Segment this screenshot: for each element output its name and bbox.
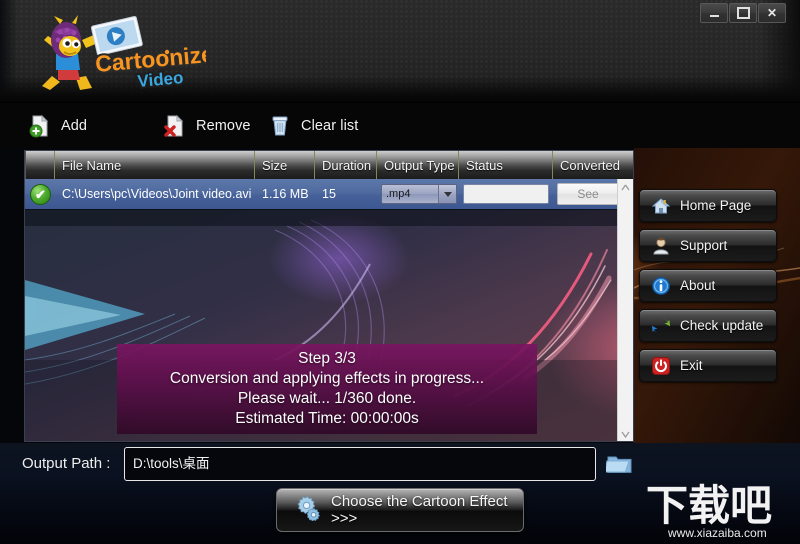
scroll-down-icon[interactable] <box>618 426 633 441</box>
home-page-button[interactable]: Home Page <box>639 189 777 222</box>
chevron-down-icon[interactable] <box>438 185 456 203</box>
column-header-status[interactable]: Status <box>459 151 553 179</box>
toolbar-add-button[interactable]: Add <box>28 111 87 141</box>
trash-icon <box>268 114 292 138</box>
output-path-input[interactable]: D:\tools\桌面 <box>124 447 596 481</box>
output-path-label: Output Path : <box>22 455 111 472</box>
cell-status <box>459 179 553 209</box>
output-type-value: .mp4 <box>386 188 411 200</box>
about-label: About <box>680 278 716 293</box>
overlay-line-eta: Estimated Time: 00:00:00s <box>235 410 419 427</box>
overlay-line-wait: Please wait... 1/360 done. <box>237 390 417 407</box>
file-list-panel: File Name Size Duration Output Type Stat… <box>24 150 634 442</box>
app-header: Cartoonize Cartoonize Video Video ✕ <box>0 0 800 103</box>
exit-button[interactable]: Exit <box>639 349 777 382</box>
folder-open-icon <box>603 456 634 480</box>
application-window: Cartoonize Cartoonize Video Video ✕ Add … <box>0 0 800 544</box>
toolbar-remove-label: Remove <box>196 118 251 134</box>
cell-size: 1.16 MB <box>262 187 309 201</box>
home-page-label: Home Page <box>680 198 752 213</box>
about-button[interactable]: About <box>639 269 777 302</box>
check-update-label: Check update <box>680 318 764 333</box>
side-button-group: Home Page Support About Check update Exi… <box>639 189 777 389</box>
power-icon <box>651 356 671 376</box>
close-button[interactable]: ✕ <box>758 3 786 23</box>
progress-overlay: Step 3/3 Conversion and applying effects… <box>117 344 537 434</box>
user-support-icon <box>651 236 671 256</box>
main-toolbar: Add Remove Clear list <box>0 103 800 148</box>
remove-file-icon <box>163 114 187 138</box>
toolbar-clear-list-button[interactable]: Clear list <box>268 111 358 141</box>
column-header-converted[interactable]: Converted <box>553 151 621 179</box>
row-checkbox-cell[interactable]: ✔ <box>25 179 55 209</box>
file-list-scrollbar[interactable] <box>617 179 633 441</box>
browse-folder-button[interactable] <box>603 452 634 476</box>
cell-file-name: C:\Users\pc\Videos\Joint video.avi <box>62 187 252 201</box>
add-file-icon <box>28 114 52 138</box>
info-icon <box>651 276 671 296</box>
column-header-check[interactable] <box>25 151 55 179</box>
column-header-duration[interactable]: Duration <box>315 151 377 179</box>
overlay-line-step: Step 3/3 <box>298 350 356 367</box>
checked-icon[interactable]: ✔ <box>30 183 51 205</box>
exit-label: Exit <box>680 358 703 373</box>
table-row[interactable]: ✔ C:\Users\pc\Videos\Joint video.avi 1.1… <box>25 179 633 209</box>
column-header-output-type[interactable]: Output Type <box>377 151 459 179</box>
column-header-size[interactable]: Size <box>255 151 315 179</box>
svg-text:Video: Video <box>137 68 184 91</box>
home-icon <box>651 196 671 216</box>
toolbar-add-label: Add <box>61 118 88 134</box>
app-logo: Cartoonize Cartoonize Video Video <box>36 14 206 92</box>
check-update-button[interactable]: Check update <box>639 309 777 342</box>
refresh-icon <box>651 316 671 336</box>
minimize-button[interactable] <box>700 3 728 23</box>
gears-icon <box>295 495 321 526</box>
choose-cartoon-effect-label: Choose the Cartoon Effect >>> <box>331 493 508 527</box>
column-header-file-name[interactable]: File Name <box>55 151 255 179</box>
cell-converted[interactable]: See <box>553 179 621 209</box>
cell-output-type[interactable]: .mp4 <box>377 179 459 209</box>
output-type-select[interactable]: .mp4 <box>381 184 457 204</box>
window-controls: ✕ <box>700 3 786 23</box>
choose-cartoon-effect-button[interactable]: Choose the Cartoon Effect >>> <box>276 488 524 532</box>
scroll-up-icon[interactable] <box>618 179 633 195</box>
cell-duration: 15 <box>322 187 336 201</box>
minimize-icon <box>709 14 719 17</box>
see-button[interactable]: See <box>557 183 619 205</box>
toolbar-clear-list-label: Clear list <box>301 118 359 134</box>
file-list-header: File Name Size Duration Output Type Stat… <box>25 151 633 179</box>
support-button[interactable]: Support <box>639 229 777 262</box>
support-label: Support <box>680 238 728 253</box>
maximize-icon <box>736 7 750 19</box>
conversion-progress-bar <box>463 184 549 204</box>
toolbar-remove-button[interactable]: Remove <box>163 111 251 141</box>
maximize-button[interactable] <box>729 3 757 23</box>
overlay-line-status: Conversion and applying effects in progr… <box>169 370 485 387</box>
close-icon: ✕ <box>766 6 778 20</box>
